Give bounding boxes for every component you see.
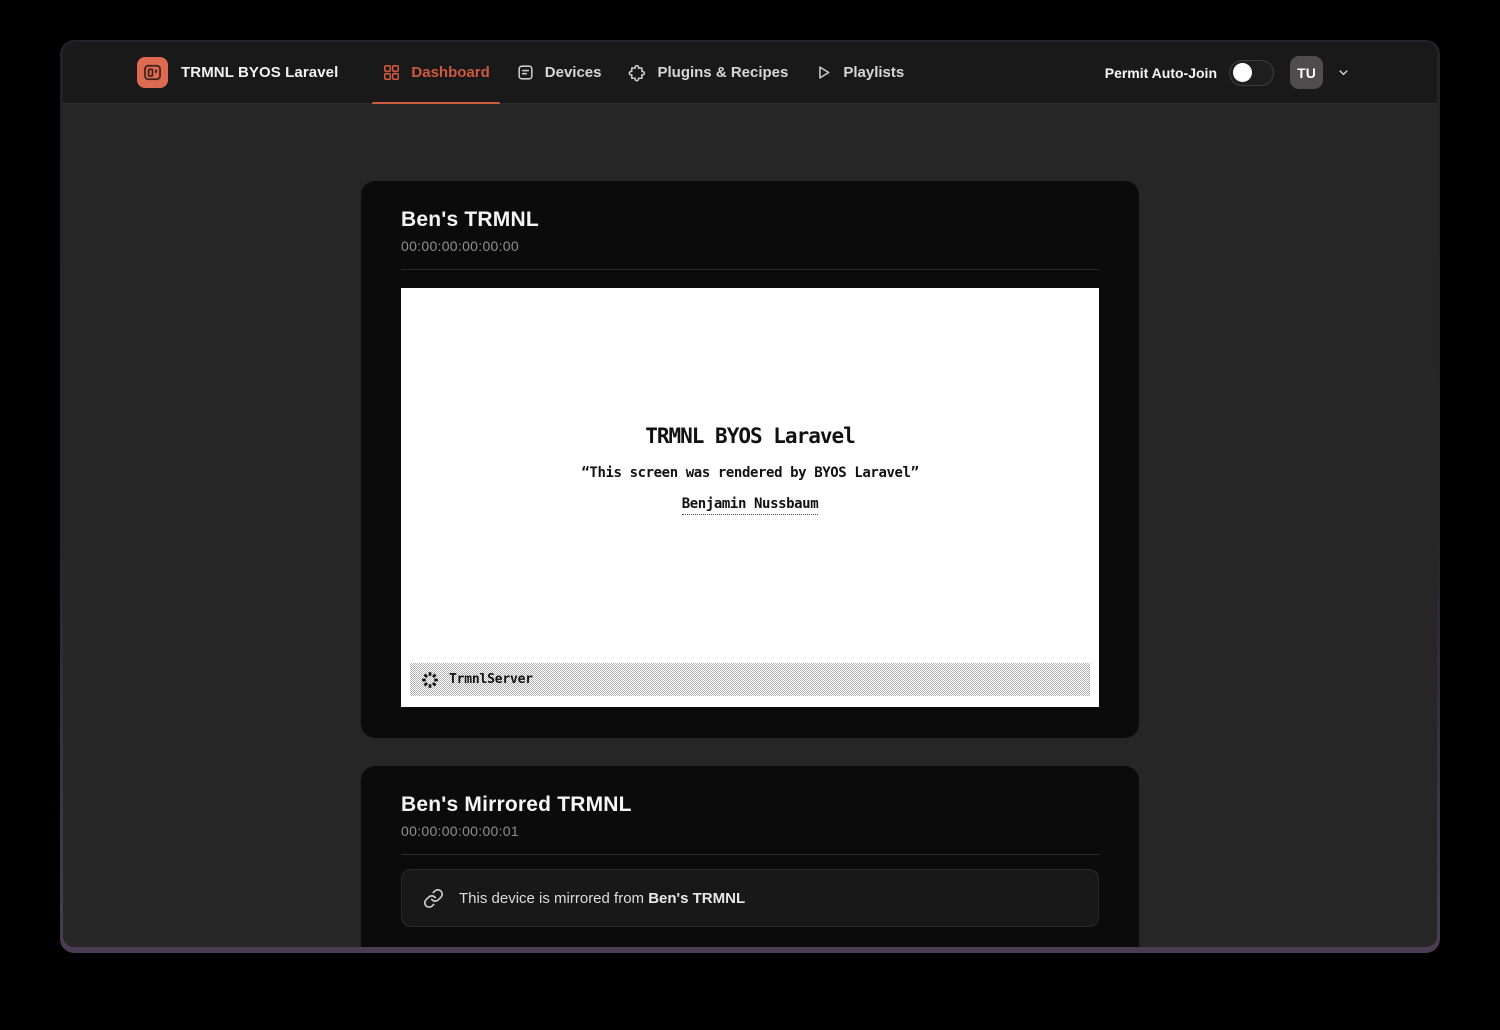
brand[interactable]: TRMNL BYOS Laravel <box>137 57 338 88</box>
nav-tab-label: Devices <box>545 64 602 81</box>
device-card-bens-mirrored-trmnl: Ben's Mirrored TRMNL 00:00:00:00:00:01 T… <box>361 766 1139 947</box>
screen-status-bar: TrmnlServer <box>410 663 1090 696</box>
trmnl-logo-icon <box>137 57 168 88</box>
permit-auto-join-label: Permit Auto-Join <box>1105 65 1217 81</box>
nav-tab-plugins[interactable]: Plugins & Recipes <box>614 42 801 104</box>
app-window-frame: TRMNL BYOS Laravel Dashboard <box>60 40 1440 953</box>
app-window: TRMNL BYOS Laravel Dashboard <box>63 42 1437 947</box>
nav-tab-label: Dashboard <box>411 64 489 81</box>
mirror-note-text: This device is mirrored from Ben's TRMNL <box>459 890 745 907</box>
device-name: Ben's TRMNL <box>401 208 1099 232</box>
toggle-knob <box>1233 63 1252 82</box>
divider <box>401 269 1099 270</box>
nav-tab-dashboard[interactable]: Dashboard <box>369 42 502 104</box>
play-icon <box>814 63 833 82</box>
nav-tab-label: Playlists <box>843 64 904 81</box>
device-mac-address: 00:00:00:00:00:00 <box>401 238 1099 254</box>
device-mac-address: 00:00:00:00:00:01 <box>401 823 1099 839</box>
main-nav: Dashboard Devices <box>369 42 917 104</box>
mirror-note-panel: This device is mirrored from Ben's TRMNL <box>401 869 1099 927</box>
nav-tab-devices[interactable]: Devices <box>503 42 615 104</box>
device-icon <box>516 63 535 82</box>
nav-right: Permit Auto-Join TU <box>1105 56 1351 89</box>
screen-status-bar-label: TrmnlServer <box>449 672 533 687</box>
permit-auto-join-toggle[interactable] <box>1229 60 1274 86</box>
nav-tab-playlists[interactable]: Playlists <box>801 42 917 104</box>
user-avatar[interactable]: TU <box>1290 56 1323 89</box>
device-card-bens-trmnl: Ben's TRMNL 00:00:00:00:00:00 TRMNL BYOS… <box>361 181 1139 738</box>
screen-quote: “This screen was rendered by BYOS Larave… <box>581 465 918 481</box>
screen-title: TRMNL BYOS Laravel <box>645 424 855 448</box>
divider <box>401 854 1099 855</box>
puzzle-icon <box>627 63 647 83</box>
link-icon <box>423 888 444 909</box>
nav-tab-label: Plugins & Recipes <box>657 64 788 81</box>
app-title: TRMNL BYOS Laravel <box>181 64 338 81</box>
screen-author-link: Benjamin Nussbaum <box>682 496 819 515</box>
mirror-source-name: Ben's TRMNL <box>648 890 745 907</box>
device-screen-preview: TRMNL BYOS Laravel “This screen was rend… <box>401 288 1099 707</box>
navbar: TRMNL BYOS Laravel Dashboard <box>63 42 1437 104</box>
device-name: Ben's Mirrored TRMNL <box>401 793 1099 817</box>
spinner-icon <box>421 671 439 689</box>
chevron-down-icon[interactable] <box>1336 65 1351 80</box>
grid-icon <box>382 63 401 82</box>
dashboard-content: Ben's TRMNL 00:00:00:00:00:00 TRMNL BYOS… <box>63 104 1437 947</box>
